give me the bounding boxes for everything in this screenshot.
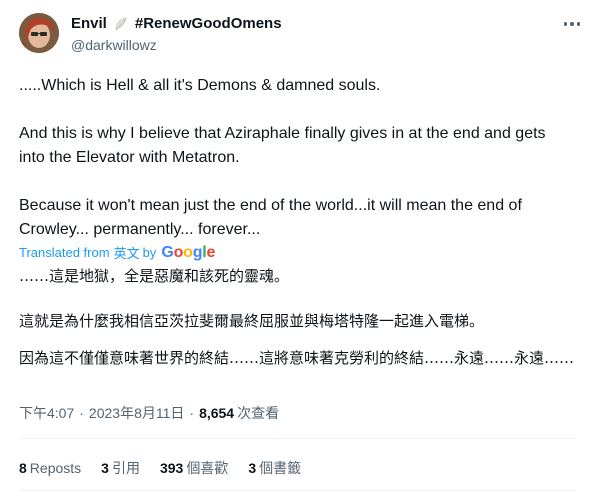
tweet-time[interactable]: 下午4:07 bbox=[19, 403, 74, 423]
author-hashtag: #RenewGoodOmens bbox=[134, 15, 282, 32]
translated-paragraph: ……這是地獄，全是惡魔和該死的靈魂。 bbox=[19, 267, 290, 285]
meta-separator: · bbox=[189, 405, 195, 421]
quotes-count: 3 bbox=[101, 460, 109, 476]
translated-paragraph: 因為這不僅僅意味著世界的終結……這將意味著克勞利的終結……永遠……永遠…… bbox=[19, 349, 575, 367]
divider bbox=[19, 438, 576, 439]
bookmarks-label: 個書籤 bbox=[259, 460, 302, 476]
author-handle[interactable]: @darkwillowz bbox=[71, 37, 157, 53]
tweet-meta: 下午4:07 · 2023年8月11日 · 8,654 次查看 bbox=[19, 403, 279, 423]
source-language: 英文 bbox=[113, 246, 140, 261]
reposts-count: 8 bbox=[19, 460, 27, 476]
author-display-name[interactable]: Envil bbox=[71, 15, 107, 32]
avatar[interactable] bbox=[19, 13, 59, 53]
likes-stat[interactable]: 393 個喜歡 bbox=[160, 458, 228, 478]
translated-by-label: by bbox=[142, 245, 157, 260]
bookmarks-count: 3 bbox=[248, 460, 257, 476]
tweet-paragraph: Because it won't mean just the end of th… bbox=[19, 197, 527, 238]
tweet-text-original: And this is why I believe that Aziraphal… bbox=[19, 122, 575, 170]
views-count: 8,654 bbox=[199, 405, 235, 421]
translated-paragraph: 這就是為什麼我相信亞茨拉斐爾最終屈服並與梅塔特隆一起進入電梯。 bbox=[19, 312, 485, 330]
engagement-stats: 8 Reposts 3 引用 393 個喜歡 3 個書籤 bbox=[19, 458, 321, 478]
meta-separator: · bbox=[79, 405, 84, 421]
translation-attribution[interactable]: Translated from 英文 by Google bbox=[19, 243, 215, 262]
feather-icon bbox=[113, 16, 129, 32]
tweet-text-original: Because it won't mean just the end of th… bbox=[19, 194, 575, 242]
likes-label: 個喜歡 bbox=[186, 460, 229, 476]
google-logo: Google bbox=[161, 243, 216, 261]
divider bbox=[19, 490, 576, 491]
translated-from-label: Translated from bbox=[19, 245, 110, 260]
more-options-icon[interactable] bbox=[560, 14, 584, 34]
tweet-text-original: .....Which is Hell & all it's Demons & d… bbox=[19, 74, 575, 98]
tweet-paragraph: .....Which is Hell & all it's Demons & d… bbox=[19, 77, 381, 94]
likes-count: 393 bbox=[159, 460, 184, 476]
quotes-stat[interactable]: 3 引用 bbox=[101, 458, 140, 478]
quotes-label: 引用 bbox=[111, 460, 140, 476]
tweet-date[interactable]: 2023年8月11日 bbox=[89, 403, 184, 423]
bookmarks-stat[interactable]: 3 個書籤 bbox=[248, 458, 301, 478]
tweet-paragraph: And this is why I believe that Aziraphal… bbox=[19, 125, 550, 166]
views-label: 次查看 bbox=[237, 405, 280, 421]
reposts-label: Reposts bbox=[29, 460, 82, 476]
avatar-image bbox=[19, 13, 59, 53]
reposts-stat[interactable]: 8 Reposts bbox=[19, 460, 81, 476]
